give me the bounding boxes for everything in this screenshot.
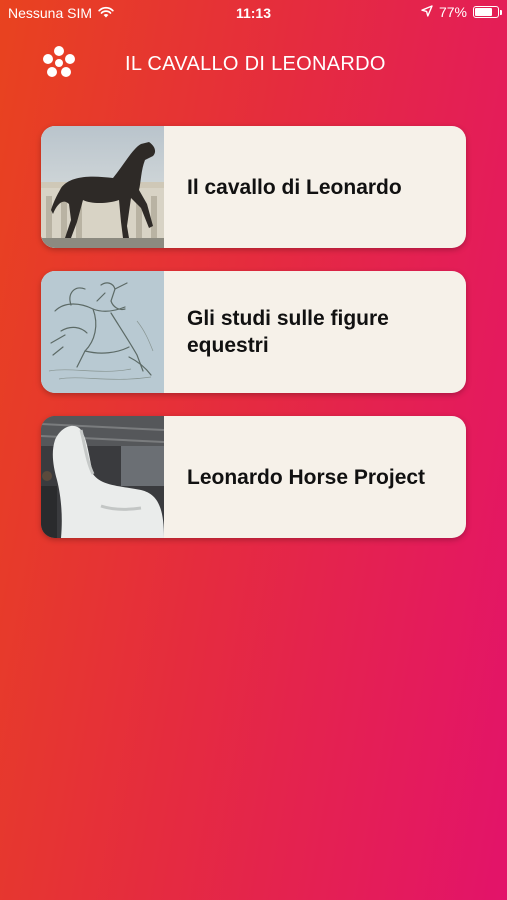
status-bar: Nessuna SIM 11:13 77%: [0, 0, 507, 28]
battery-level: [475, 8, 492, 16]
page-title: IL CAVALLO DI LEONARDO: [125, 53, 386, 75]
equestrian-sketch-drawing: [41, 271, 164, 393]
white-horse-model-photo: [41, 416, 164, 538]
card-label: Il cavallo di Leonardo: [187, 175, 402, 199]
card-il-cavallo-di-leonardo[interactable]: Il cavallo di Leonardo: [41, 126, 466, 248]
card-list: Il cavallo di Leonardo Gli studi sulle f…: [41, 126, 466, 561]
app-screen: Nessuna SIM 11:13 77% IL CAVALLO DI LEON…: [0, 0, 507, 900]
battery-icon: [473, 6, 502, 18]
app-header: IL CAVALLO DI LEONARDO: [0, 44, 507, 84]
bronze-horse-statue-photo: [41, 126, 164, 248]
card-gli-studi-sulle-figure-equestri[interactable]: Gli studi sulle figure equestri: [41, 271, 466, 393]
card-label: Gli studi sulle figure equestri: [187, 307, 389, 357]
card-label: Leonardo Horse Project: [187, 465, 426, 489]
dots-flower-logo-icon[interactable]: [40, 44, 78, 82]
status-right: 77%: [421, 4, 502, 20]
battery-percent: 77%: [438, 4, 467, 20]
location-arrow-icon: [421, 4, 433, 20]
card-leonardo-horse-project[interactable]: Leonardo Horse Project: [41, 416, 466, 538]
